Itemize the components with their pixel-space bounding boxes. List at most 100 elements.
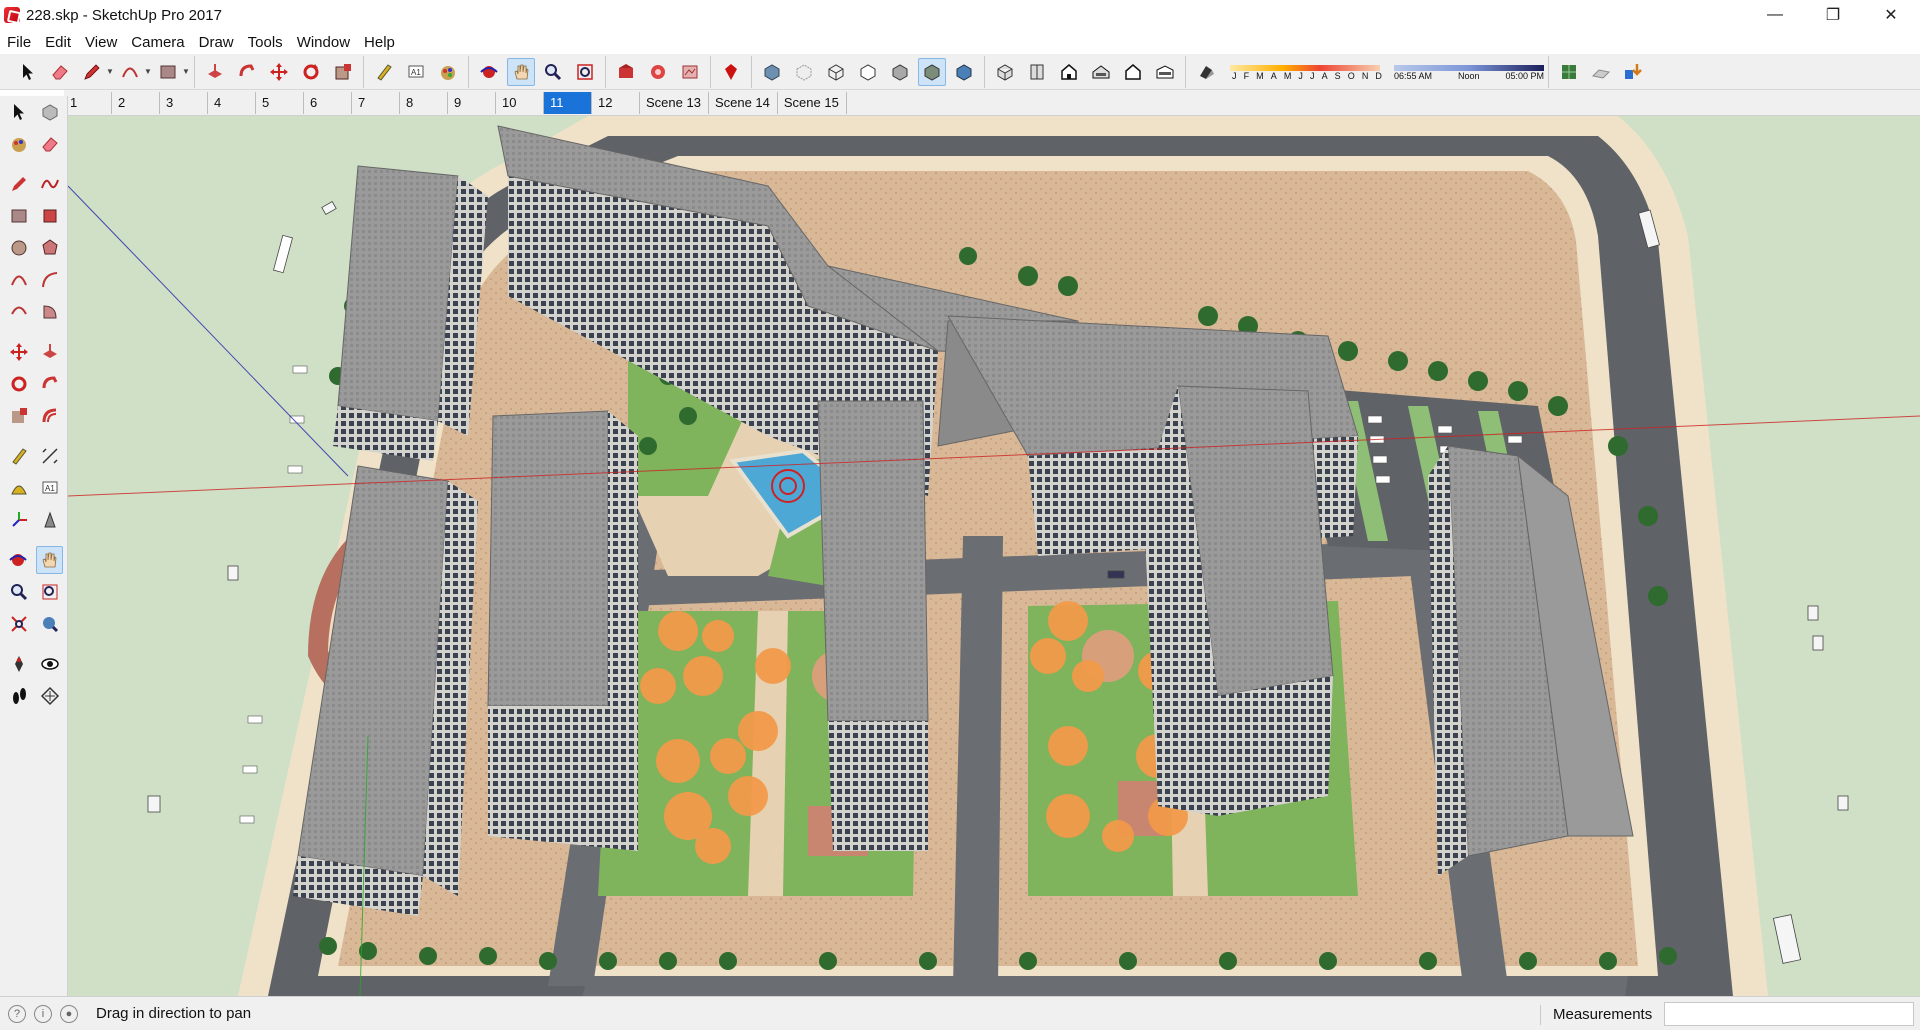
zoom-extents-icon[interactable]: [5, 610, 32, 638]
menu-edit[interactable]: Edit: [38, 34, 78, 51]
line-icon[interactable]: [5, 170, 32, 198]
scene-tab[interactable]: 3: [160, 91, 208, 114]
scene-tab[interactable]: Scene 13: [640, 91, 709, 114]
hidden-line-icon[interactable]: [854, 58, 882, 86]
zoom-icon[interactable]: [5, 578, 32, 606]
make-component-icon[interactable]: [36, 98, 63, 126]
push-pull-icon[interactable]: [36, 338, 63, 366]
extension-warehouse-icon[interactable]: [644, 58, 672, 86]
iso-view-icon[interactable]: [991, 58, 1019, 86]
rotated-rectangle-icon[interactable]: [36, 202, 63, 230]
pan-icon[interactable]: [35, 546, 63, 574]
shaded-texture-icon[interactable]: [918, 57, 946, 86]
axes-icon[interactable]: [5, 506, 32, 534]
scene-tab[interactable]: 6: [304, 91, 352, 114]
menu-draw[interactable]: Draw: [192, 34, 241, 51]
credits-info-icon[interactable]: i: [34, 1004, 52, 1023]
scene-tab[interactable]: 11: [544, 91, 592, 114]
xray-icon[interactable]: [758, 58, 786, 86]
add-location-icon[interactable]: [1619, 58, 1647, 86]
wireframe-icon[interactable]: [822, 58, 850, 86]
scale-icon[interactable]: [329, 58, 357, 86]
pencil-icon[interactable]: [78, 58, 106, 86]
dimension-icon[interactable]: [36, 442, 63, 470]
previous-view-icon[interactable]: [36, 610, 63, 638]
three-point-arc-icon[interactable]: [5, 298, 32, 326]
menu-view[interactable]: View: [78, 34, 124, 51]
scene-tab[interactable]: 8: [400, 91, 448, 114]
zoom-extents-icon[interactable]: [571, 58, 599, 86]
menu-help[interactable]: Help: [357, 34, 402, 51]
left-view-icon[interactable]: [1151, 58, 1179, 86]
eraser-icon[interactable]: [46, 58, 74, 86]
arc-icon[interactable]: [116, 58, 144, 86]
follow-me-icon[interactable]: [36, 370, 63, 398]
shadow-time-slider[interactable]: 06:55 AM Noon 05:00 PM: [1394, 61, 1544, 83]
measurements-input[interactable]: [1664, 1002, 1914, 1026]
pan-icon[interactable]: [507, 57, 535, 86]
text-icon[interactable]: A1: [36, 474, 63, 502]
shadow-month-slider[interactable]: J F M A M J J A S O N D: [1230, 61, 1382, 83]
minimize-button[interactable]: —: [1746, 0, 1804, 30]
maximize-button[interactable]: ❐: [1804, 0, 1862, 30]
text-icon[interactable]: A1: [402, 58, 430, 86]
select-icon[interactable]: [5, 98, 32, 126]
section-plane-icon[interactable]: [36, 682, 63, 710]
scene-tab[interactable]: 2: [112, 91, 160, 114]
circle-icon[interactable]: [5, 234, 32, 262]
position-camera-icon[interactable]: [5, 650, 32, 678]
warehouse-icon[interactable]: [612, 58, 640, 86]
shaded-icon[interactable]: [886, 58, 914, 86]
layout-icon[interactable]: [676, 58, 704, 86]
user-account-icon[interactable]: ●: [60, 1004, 78, 1023]
offset-icon[interactable]: [36, 402, 63, 430]
protractor-icon[interactable]: [5, 474, 32, 502]
geo-location-icon[interactable]: [1555, 58, 1583, 86]
arc-dropdown-icon[interactable]: ▼: [144, 67, 152, 76]
shadows-icon[interactable]: [1192, 58, 1220, 86]
back-edges-icon[interactable]: [790, 58, 818, 86]
zoom-window-icon[interactable]: [36, 578, 63, 606]
close-button[interactable]: ✕: [1862, 0, 1920, 30]
pie-icon[interactable]: [36, 298, 63, 326]
polygon-icon[interactable]: [36, 234, 63, 262]
ruby-icon[interactable]: [717, 58, 745, 86]
menu-file[interactable]: File: [0, 34, 38, 51]
geo-location-status-icon[interactable]: ?: [8, 1004, 26, 1023]
arc-icon[interactable]: [5, 266, 32, 294]
move-icon[interactable]: [265, 58, 293, 86]
tape-measure-icon[interactable]: [5, 442, 32, 470]
menu-camera[interactable]: Camera: [124, 34, 191, 51]
back-view-icon[interactable]: [1119, 58, 1147, 86]
zoom-icon[interactable]: [539, 58, 567, 86]
rectangle-dropdown-icon[interactable]: ▼: [182, 67, 190, 76]
menu-tools[interactable]: Tools: [241, 34, 290, 51]
right-view-icon[interactable]: [1087, 58, 1115, 86]
monochrome-icon[interactable]: [950, 58, 978, 86]
scene-tab[interactable]: Scene 15: [778, 91, 847, 114]
eraser-icon[interactable]: [36, 130, 63, 158]
freehand-icon[interactable]: [36, 170, 63, 198]
scene-tab[interactable]: Scene 14: [709, 91, 778, 114]
scene-tab[interactable]: 12: [592, 91, 640, 114]
two-point-arc-icon[interactable]: [36, 266, 63, 294]
orbit-icon[interactable]: [475, 58, 503, 86]
3d-text-icon[interactable]: [36, 506, 63, 534]
front-view-icon[interactable]: [1055, 58, 1083, 86]
move-icon[interactable]: [5, 338, 32, 366]
scene-tab[interactable]: 4: [208, 91, 256, 114]
sandbox-icon[interactable]: [1587, 58, 1615, 86]
look-around-icon[interactable]: [36, 650, 63, 678]
walk-icon[interactable]: [5, 682, 32, 710]
rectangle-icon[interactable]: [5, 202, 32, 230]
push-pull-icon[interactable]: [201, 58, 229, 86]
model-viewport[interactable]: [68, 116, 1920, 996]
pencil-dropdown-icon[interactable]: ▼: [106, 67, 114, 76]
follow-me-icon[interactable]: [233, 58, 261, 86]
scene-tab[interactable]: 7: [352, 91, 400, 114]
scene-tab[interactable]: 9: [448, 91, 496, 114]
select-icon[interactable]: [14, 58, 42, 86]
rectangle-icon[interactable]: [154, 58, 182, 86]
paint-bucket-icon[interactable]: [434, 58, 462, 86]
paint-bucket-icon[interactable]: [5, 130, 32, 158]
